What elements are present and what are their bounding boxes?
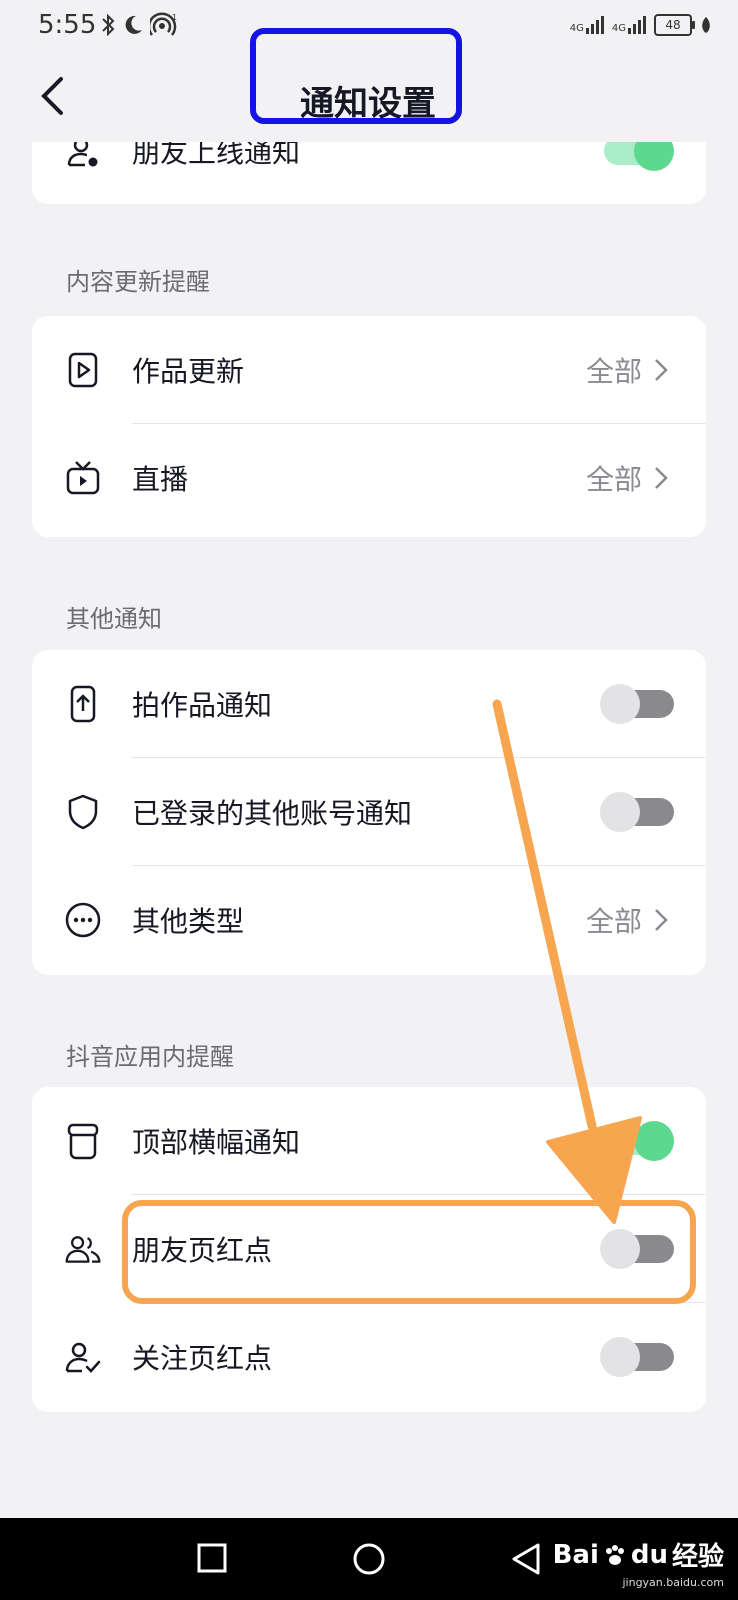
back-button[interactable]	[32, 74, 72, 118]
chevron-left-icon	[41, 77, 63, 115]
title-annotation-box	[250, 28, 462, 124]
watermark-suffix: 经验	[671, 1542, 724, 1572]
watermark-site: jingyan.baidu.com	[622, 1576, 724, 1589]
watermark-brand2: du	[630, 1539, 668, 1570]
watermark-brand: Bai	[552, 1539, 599, 1570]
paw-icon	[605, 1544, 624, 1565]
back-nav-button[interactable]	[510, 1542, 542, 1576]
system-nav-bar: Bai du 经验 jingyan.baidu.com	[0, 1518, 738, 1600]
baidu-watermark: Bai du 经验 jingyan.baidu.com	[552, 1536, 724, 1590]
recent-apps-button[interactable]	[196, 1542, 228, 1574]
annotation-arrow	[492, 699, 642, 1224]
home-button[interactable]	[352, 1542, 386, 1576]
